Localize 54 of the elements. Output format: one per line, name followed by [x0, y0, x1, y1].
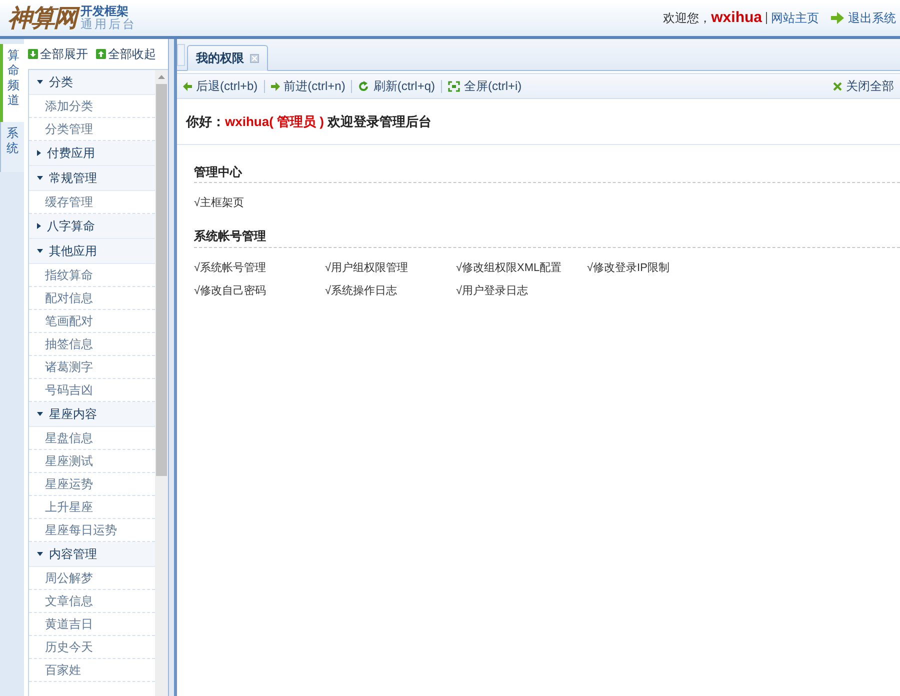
expand-all-button[interactable]: 全部展开: [28, 45, 88, 63]
arrow-up-icon: [96, 49, 106, 59]
permission-item[interactable]: √主框架页: [194, 195, 325, 212]
tab[interactable]: 我的权限: [187, 45, 268, 71]
home-link[interactable]: 网站主页: [771, 9, 819, 27]
permission-item[interactable]: √用户组权限管理: [325, 260, 456, 276]
side-tab[interactable]: 算命频道: [0, 44, 24, 122]
fullscreen-icon: [448, 80, 460, 92]
arrow-right-icon: [270, 82, 280, 90]
caret-right-icon: [37, 150, 41, 156]
menu-group-header[interactable]: 其他应用: [29, 239, 155, 264]
collapse-all-button[interactable]: 全部收起: [96, 45, 156, 63]
caret-down-icon: [37, 552, 43, 556]
arrow-left-icon: [183, 82, 192, 90]
menu-group-header[interactable]: 内容管理: [29, 542, 155, 567]
permission-item[interactable]: √修改登录IP限制: [587, 260, 718, 276]
toolbar-button[interactable]: 前进(ctrl+n): [270, 77, 346, 95]
refresh-icon: [358, 80, 370, 92]
username: wxihua: [711, 8, 762, 28]
scrollbar-thumb[interactable]: [156, 84, 167, 476]
section-title: 管理中心: [194, 161, 900, 183]
caret-down-icon: [37, 176, 43, 180]
logout-link[interactable]: 退出系统: [831, 9, 896, 27]
side-tab[interactable]: 系统: [0, 122, 24, 172]
caret-down-icon: [37, 412, 43, 416]
permission-item[interactable]: √修改自己密码: [194, 283, 325, 300]
arrow-right-icon: [831, 12, 844, 24]
caret-right-icon: [37, 223, 41, 229]
app-title: 开发框架: [80, 5, 130, 18]
caret-down-icon: [37, 249, 43, 253]
menu-group-header[interactable]: 常规管理: [29, 166, 155, 191]
toolbar-button[interactable]: 刷新(ctrl+q): [358, 77, 436, 95]
menu-group-header[interactable]: 八字算命: [29, 214, 155, 239]
tab-scroll-left[interactable]: [177, 44, 185, 66]
scroll-up-icon[interactable]: [158, 75, 165, 79]
close-icon[interactable]: [250, 54, 259, 62]
permission-item[interactable]: √系统帐号管理: [194, 260, 325, 276]
close-icon: [833, 82, 842, 90]
caret-down-icon: [37, 80, 43, 84]
welcome-text: 欢迎您，: [663, 10, 712, 27]
permission-item[interactable]: √用户登录日志: [456, 283, 587, 300]
menu-group-header[interactable]: 星座内容: [29, 402, 155, 427]
app-subtitle: 通用后台: [80, 18, 136, 31]
toolbar-button[interactable]: 全屏(ctrl+i): [448, 77, 522, 95]
greeting-text: 你好：wxihua( 管理员 ) 欢迎登录管理后台: [186, 112, 432, 131]
scrollbar[interactable]: [155, 70, 168, 696]
menu-group-header[interactable]: 分类: [29, 70, 155, 95]
menu-group-header[interactable]: 付费应用: [29, 141, 155, 166]
toolbar-button[interactable]: 后退(ctrl+b): [183, 77, 258, 95]
permission-item[interactable]: √修改组权限XML配置: [456, 260, 587, 276]
arrow-down-icon: [28, 49, 38, 59]
permission-item[interactable]: √系统操作日志: [325, 283, 456, 300]
section-title: 系统帐号管理: [194, 226, 900, 248]
close-all-button[interactable]: 关闭全部: [833, 77, 894, 95]
